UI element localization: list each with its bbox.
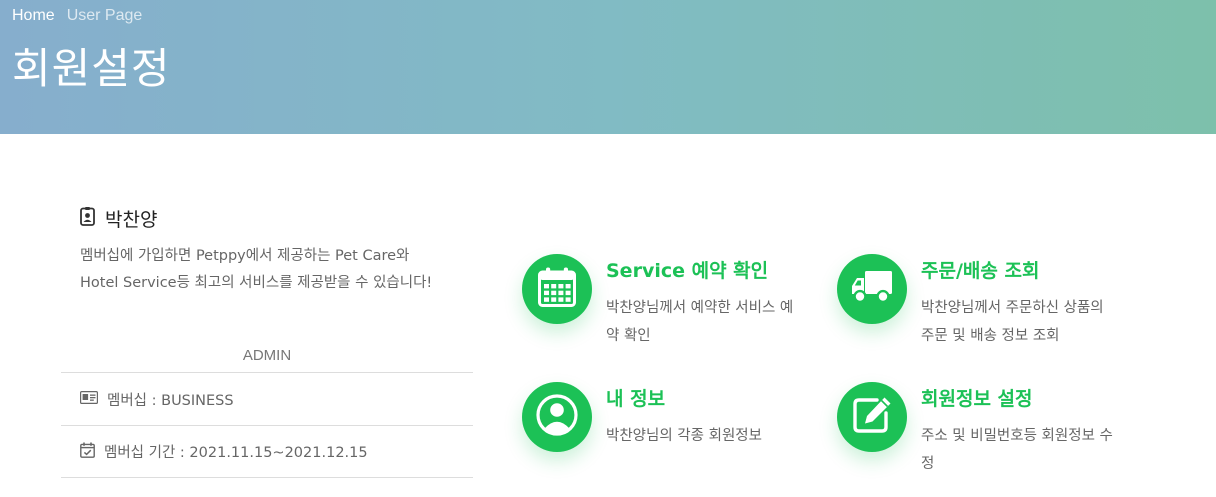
- page-hero: Home User Page 회원설정: [0, 0, 1216, 134]
- page-title: 회원설정: [12, 44, 171, 93]
- feature-title[interactable]: 회원정보 설정: [921, 384, 1033, 411]
- profile-header: 박찬양: [80, 205, 157, 232]
- feature-icon-circle: [837, 254, 907, 324]
- feature-description: 박찬양님께서 예약한 서비스 예약 확인: [606, 300, 794, 344]
- membership-period: 멤버십 기간 : 2021.11.15~2021.12.15: [104, 445, 368, 461]
- feature-title[interactable]: Service 예약 확인: [606, 256, 768, 283]
- membership-description: 멤버십에 가입하면 Petppy에서 제공하는 Pet Care와 Hotel …: [80, 248, 433, 291]
- id-badge-icon: [80, 207, 95, 230]
- divider: [61, 425, 473, 426]
- breadcrumb: Home User Page: [12, 7, 142, 25]
- feature-description: 주소 및 비밀번호등 회원정보 수정: [921, 428, 1113, 472]
- divider: [61, 372, 473, 373]
- user-circle-icon: [536, 394, 578, 440]
- breadcrumb-home-link[interactable]: Home: [12, 7, 55, 25]
- divider: [61, 477, 473, 478]
- feature-description: 박찬양님의 각종 회원정보: [606, 428, 762, 444]
- feature-icon-circle: [522, 254, 592, 324]
- membership-row: 멤버십 : BUSINESS: [80, 389, 234, 410]
- feature-title[interactable]: 주문/배송 조회: [921, 256, 1039, 283]
- calendar-icon: [538, 267, 576, 311]
- id-card-icon: [80, 391, 98, 408]
- breadcrumb-current: User Page: [66, 7, 143, 24]
- edit-icon: [851, 395, 893, 439]
- period-row: 멤버십 기간 : 2021.11.15~2021.12.15: [80, 441, 368, 462]
- truck-icon: [852, 271, 892, 307]
- user-role: ADMIN: [242, 347, 292, 364]
- profile-name: 박찬양: [105, 209, 158, 231]
- feature-icon-circle: [837, 382, 907, 452]
- feature-title[interactable]: 내 정보: [606, 384, 665, 411]
- feature-icon-circle: [522, 382, 592, 452]
- membership-tier: 멤버십 : BUSINESS: [107, 393, 234, 409]
- feature-description: 박찬양님께서 주문하신 상품의 주문 및 배송 정보 조회: [921, 300, 1104, 344]
- calendar-check-icon: [80, 442, 95, 462]
